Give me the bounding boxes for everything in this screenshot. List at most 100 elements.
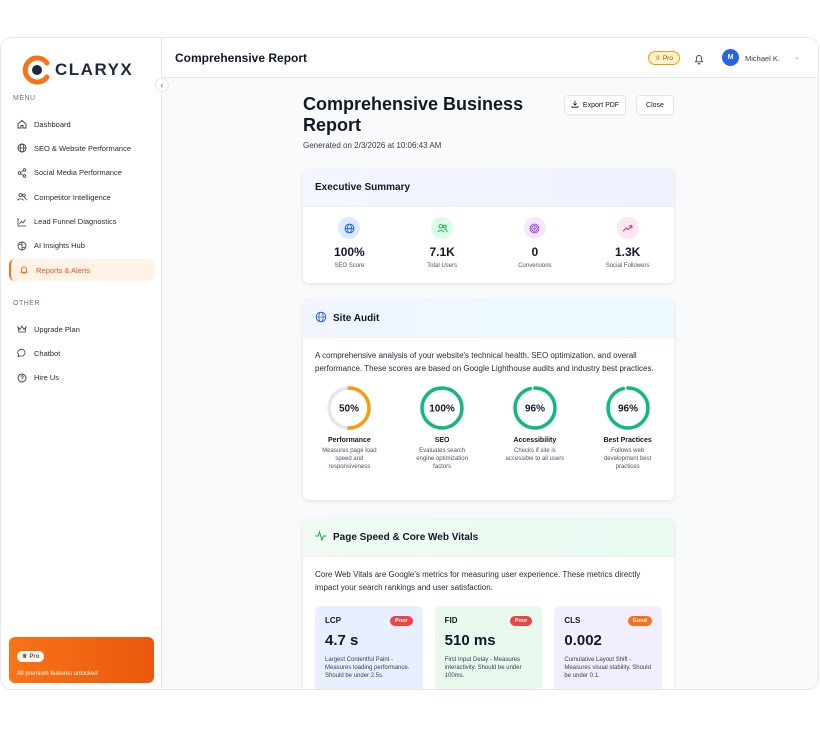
- main-nav: Dashboard SEO & Website Performance Soci…: [9, 113, 155, 284]
- gauge-seo: 100% SEO Evaluates search engine optimiz…: [396, 385, 489, 471]
- gauge-description: Measures page load speed and responsiven…: [322, 448, 377, 470]
- stat-value: 0: [531, 245, 539, 259]
- export-pdf-button[interactable]: Export PDF: [564, 95, 626, 115]
- close-button[interactable]: Close: [636, 95, 674, 115]
- globe-icon: [315, 311, 327, 326]
- gauge-name: Best Practices: [603, 437, 652, 444]
- sidebar-item-lead-funnel[interactable]: Lead Funnel Diagnostics: [9, 211, 155, 233]
- report-generated-date: Generated on 2/3/2026 at 10:06:43 AM: [303, 141, 442, 150]
- gauge-name: Performance: [327, 437, 371, 444]
- brand-logo[interactable]: CLARYX: [21, 54, 133, 86]
- close-label: Close: [646, 101, 664, 109]
- vital-card-cls: CLS Good 0.002 Cumulative Layout Shift -…: [554, 606, 663, 689]
- gauge-value: 50%: [339, 404, 359, 415]
- sidebar-item-upgrade[interactable]: Upgrade Plan: [9, 318, 155, 340]
- gauge-name: Accessibility: [513, 437, 557, 444]
- other-section-label: OTHER: [13, 300, 40, 307]
- gauge-name: SEO: [434, 437, 450, 444]
- stat-total-users: 7.1K Total Users: [396, 217, 489, 269]
- sidebar-item-label: Hire Us: [34, 373, 60, 383]
- gauge-best-practices: 96% Best Practices Follows web developme…: [581, 385, 674, 471]
- activity-icon: [315, 530, 327, 545]
- brand-name: CLARYX: [55, 60, 134, 79]
- site-audit-header: Site Audit: [303, 300, 674, 338]
- executive-summary-heading: Executive Summary: [303, 169, 674, 207]
- crown-icon: ♕: [655, 55, 661, 62]
- other-nav: Upgrade Plan Chatbot Hire Us: [9, 318, 155, 391]
- page-speed-description: Core Web Vitals are Google's metrics for…: [315, 570, 641, 592]
- chevron-down-icon[interactable]: ⌄: [794, 53, 800, 61]
- crown-icon: [17, 324, 27, 334]
- vital-value: 0.002: [564, 632, 602, 649]
- gauge-ring: 100%: [420, 386, 464, 430]
- share-icon: [17, 168, 27, 178]
- sidebar-item-competitor[interactable]: Competitor Intelligence: [9, 186, 155, 208]
- users-icon: [431, 217, 454, 239]
- gauge-value: 96%: [618, 404, 638, 415]
- stat-label: SEO Score: [334, 263, 365, 269]
- users-icon: [17, 192, 27, 202]
- notifications-bell-icon[interactable]: [693, 52, 705, 65]
- stat-label: Total Users: [427, 263, 458, 269]
- site-audit-heading: Site Audit: [333, 313, 380, 324]
- status-badge: Poor: [509, 616, 533, 626]
- collapse-sidebar-button[interactable]: ‹: [155, 78, 169, 92]
- page-speed-header: Page Speed & Core Web Vitals: [303, 519, 674, 557]
- gauge-description: Checks if site is accessible to all user…: [505, 448, 565, 462]
- sidebar-item-reports[interactable]: Reports & Alerts: [9, 259, 155, 282]
- sidebar-item-seo[interactable]: SEO & Website Performance: [9, 137, 155, 159]
- vital-card-lcp: LCP Poor 4.7 s Largest Contentful Paint …: [315, 606, 423, 689]
- gauge-value: 100%: [429, 404, 455, 415]
- vital-value: 510 ms: [444, 632, 496, 649]
- app-window: CLARYX MENU Dashboard SEO & Website Perf…: [0, 37, 819, 690]
- sidebar-item-label: Social Media Performance: [34, 168, 122, 178]
- pro-badge-label: Pro: [29, 653, 40, 660]
- sidebar-item-label: Reports & Alerts: [36, 265, 91, 275]
- gauge-ring: 96%: [513, 386, 557, 430]
- menu-section-label: MENU: [13, 95, 36, 102]
- sidebar-item-dashboard[interactable]: Dashboard: [9, 113, 155, 135]
- stat-value: 1.3K: [614, 245, 641, 259]
- ai-icon: [17, 241, 27, 251]
- sidebar-item-label: Upgrade Plan: [34, 324, 80, 334]
- sidebar-item-chatbot[interactable]: Chatbot: [9, 342, 155, 364]
- gauge-value: 96%: [525, 404, 545, 415]
- gauge-description: Follows web development best practices: [603, 448, 652, 470]
- stat-label: Social Followers: [605, 263, 650, 269]
- stat-value: 7.1K: [429, 245, 455, 259]
- chat-icon: [17, 348, 27, 359]
- gauge-ring: 96%: [605, 386, 650, 430]
- export-pdf-label: Export PDF: [582, 101, 620, 109]
- chevron-left-icon: ‹: [160, 80, 164, 90]
- sidebar-item-label: Competitor Intelligence: [34, 192, 111, 202]
- page-title: Comprehensive Report: [175, 51, 308, 65]
- plan-badge-label: Pro: [662, 54, 673, 62]
- logo-mark-icon: [21, 54, 53, 86]
- help-icon: [17, 373, 27, 383]
- gauge-performance: 50% Performance Measures page load speed…: [303, 385, 396, 471]
- topbar: Comprehensive Report ♕ Pro M Michael K. …: [162, 38, 818, 78]
- vital-description: Cumulative Layout Shift - Measures visua…: [564, 657, 651, 679]
- pro-plan-card[interactable]: ♕ Pro All premium features unlocked: [9, 637, 154, 683]
- home-icon: [17, 119, 27, 129]
- sidebar-item-label: SEO & Website Performance: [34, 143, 131, 153]
- bell-icon: [19, 265, 29, 275]
- plan-badge[interactable]: ♕ Pro: [648, 51, 680, 65]
- stat-label: Conversions: [518, 263, 552, 269]
- pro-card-message: All premium features unlocked: [17, 671, 98, 677]
- executive-summary-card: Executive Summary 100% SEO Score 7.1K To…: [303, 169, 674, 283]
- sidebar-item-label: Lead Funnel Diagnostics: [34, 217, 117, 227]
- status-badge: Good: [627, 616, 653, 626]
- sidebar-item-ai-insights[interactable]: AI Insights Hub: [9, 235, 155, 257]
- sidebar-item-hire-us[interactable]: Hire Us: [9, 367, 155, 389]
- target-icon: [523, 217, 546, 239]
- user-name[interactable]: Michael K.: [745, 54, 780, 63]
- globe-icon: [338, 217, 361, 239]
- site-audit-description: A comprehensive analysis of your website…: [315, 351, 654, 373]
- avatar[interactable]: M: [722, 49, 739, 66]
- sidebar-item-social[interactable]: Social Media Performance: [9, 162, 155, 184]
- vital-description: Largest Contentful Paint - Measures load…: [325, 657, 410, 679]
- gauge-description: Evaluates search engine optimization fac…: [416, 448, 468, 470]
- stat-value: 100%: [334, 245, 365, 259]
- stat-social-followers: 1.3K Social Followers: [581, 217, 674, 269]
